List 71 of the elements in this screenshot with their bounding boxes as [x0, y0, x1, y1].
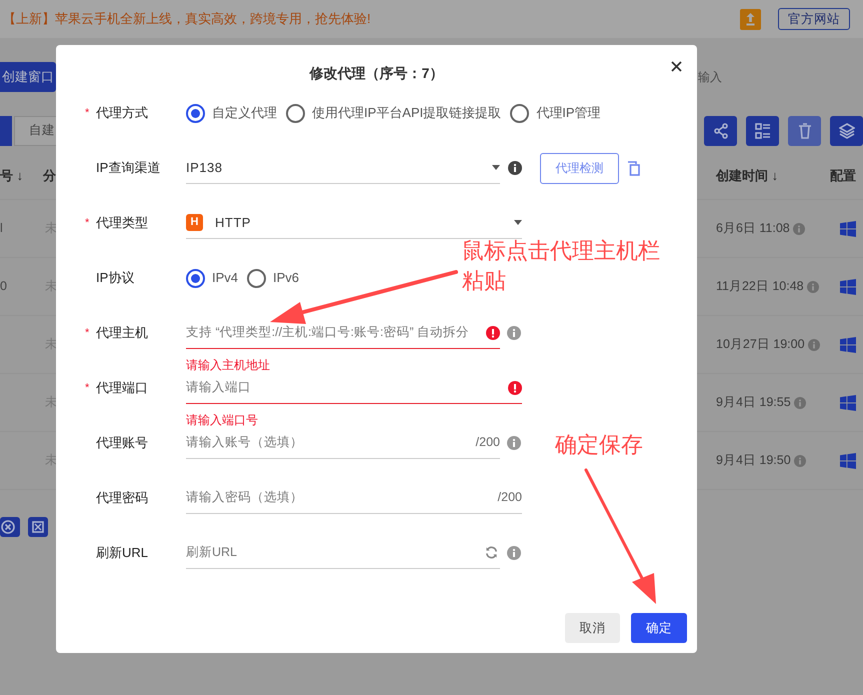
field-label: IP查询渠道 [96, 159, 160, 178]
input-field[interactable]: 请输入端口 [186, 378, 500, 397]
input-field[interactable]: 刷新URL [186, 543, 477, 562]
error-icon [508, 380, 522, 394]
upload-icon[interactable] [740, 8, 761, 30]
website-button[interactable]: 官方网站 [778, 8, 850, 30]
annotation-text: 确定保存 [555, 431, 643, 459]
windows-icon [840, 452, 856, 468]
table-cell-text: l [0, 220, 4, 238]
field-label: 刷新URL [96, 544, 148, 562]
share-icon[interactable] [704, 116, 737, 146]
tab-strip [0, 116, 12, 146]
radio-option[interactable]: 使用代理IP平台API提取链接提取 [286, 103, 502, 123]
copy-icon[interactable] [627, 160, 640, 176]
info-icon[interactable] [508, 161, 522, 175]
field-label: 代理端口 [96, 379, 148, 398]
field-label: 代理账号 [96, 434, 148, 452]
windows-icon [840, 278, 856, 294]
checkbox-icon[interactable] [28, 517, 48, 537]
windows-icon [840, 220, 856, 236]
close-icon[interactable] [671, 61, 682, 72]
table-cell-text: 9月4日 19:55 [716, 394, 791, 412]
field-label: 代理方式 [96, 104, 148, 122]
annotation-text: 鼠标点击代理主机栏 [462, 237, 660, 265]
column-header[interactable]: 创建时间 ↓ [716, 166, 830, 186]
refresh-icon[interactable] [485, 546, 498, 559]
table-cell-text: 10月27日 19:00 [716, 336, 805, 354]
table-cell-text: 11月22日 10:48 [716, 278, 804, 296]
input-field[interactable]: 支持 “代理类型://主机:端口号:账号:密码” 自动拆分 [186, 323, 478, 342]
select-field[interactable]: H HTTP [186, 207, 522, 239]
list-icon[interactable] [746, 116, 779, 146]
protocol-badge: H [186, 214, 203, 231]
table-cell-text: 9月4日 19:50 [716, 452, 791, 470]
confirm-button[interactable]: 确定 [631, 613, 687, 643]
create-window-button[interactable]: 创建窗口 [0, 62, 56, 92]
error-message: 请输入端口号 [186, 412, 259, 429]
column-header[interactable]: 分 [43, 166, 56, 186]
annotation-text: 粘贴 [462, 267, 507, 295]
field-label: 代理主机 [96, 324, 148, 342]
windows-icon [840, 394, 856, 410]
select-field[interactable]: IP138 [186, 152, 500, 184]
table-cell-text: 0 [0, 278, 8, 296]
field-label: 代理类型 [96, 214, 148, 232]
table-cell-text: 6月6日 11:08 [716, 220, 790, 238]
windows-icon [840, 336, 856, 352]
radio-option[interactable]: IPv4 [186, 268, 238, 288]
cancel-button[interactable]: 取消 [565, 613, 620, 643]
character-counter: /200 [498, 489, 522, 506]
radio-option[interactable]: 自定义代理 [186, 103, 277, 123]
required-asterisk: * [85, 326, 90, 341]
field-label: IP协议 [96, 269, 134, 288]
dialog-title: 修改代理（序号：7） [310, 64, 444, 83]
caret-icon [514, 220, 522, 225]
input-field[interactable]: 请输入密码（选填） [186, 488, 490, 507]
layers-icon[interactable] [830, 116, 863, 146]
required-asterisk: * [85, 216, 90, 231]
character-counter: /200 [476, 434, 500, 452]
required-asterisk: * [85, 380, 90, 396]
radio-option[interactable]: 代理IP管理 [510, 103, 601, 123]
column-header[interactable]: 号 ↓ [0, 166, 43, 186]
proxy-check-button[interactable]: 代理检测 [540, 152, 619, 184]
field-label: 代理密码 [96, 489, 148, 508]
caret-icon [492, 165, 500, 170]
column-header[interactable]: 配置 [830, 166, 863, 186]
required-asterisk: * [85, 106, 90, 121]
radio-option[interactable]: IPv6 [247, 268, 300, 288]
search-placeholder[interactable]: 输入 [697, 68, 863, 86]
delete-icon[interactable] [788, 116, 821, 146]
error-message: 请输入主机地址 [186, 357, 271, 374]
input-field[interactable]: 请输入账号（选填） [186, 433, 468, 452]
error-icon [486, 326, 500, 340]
